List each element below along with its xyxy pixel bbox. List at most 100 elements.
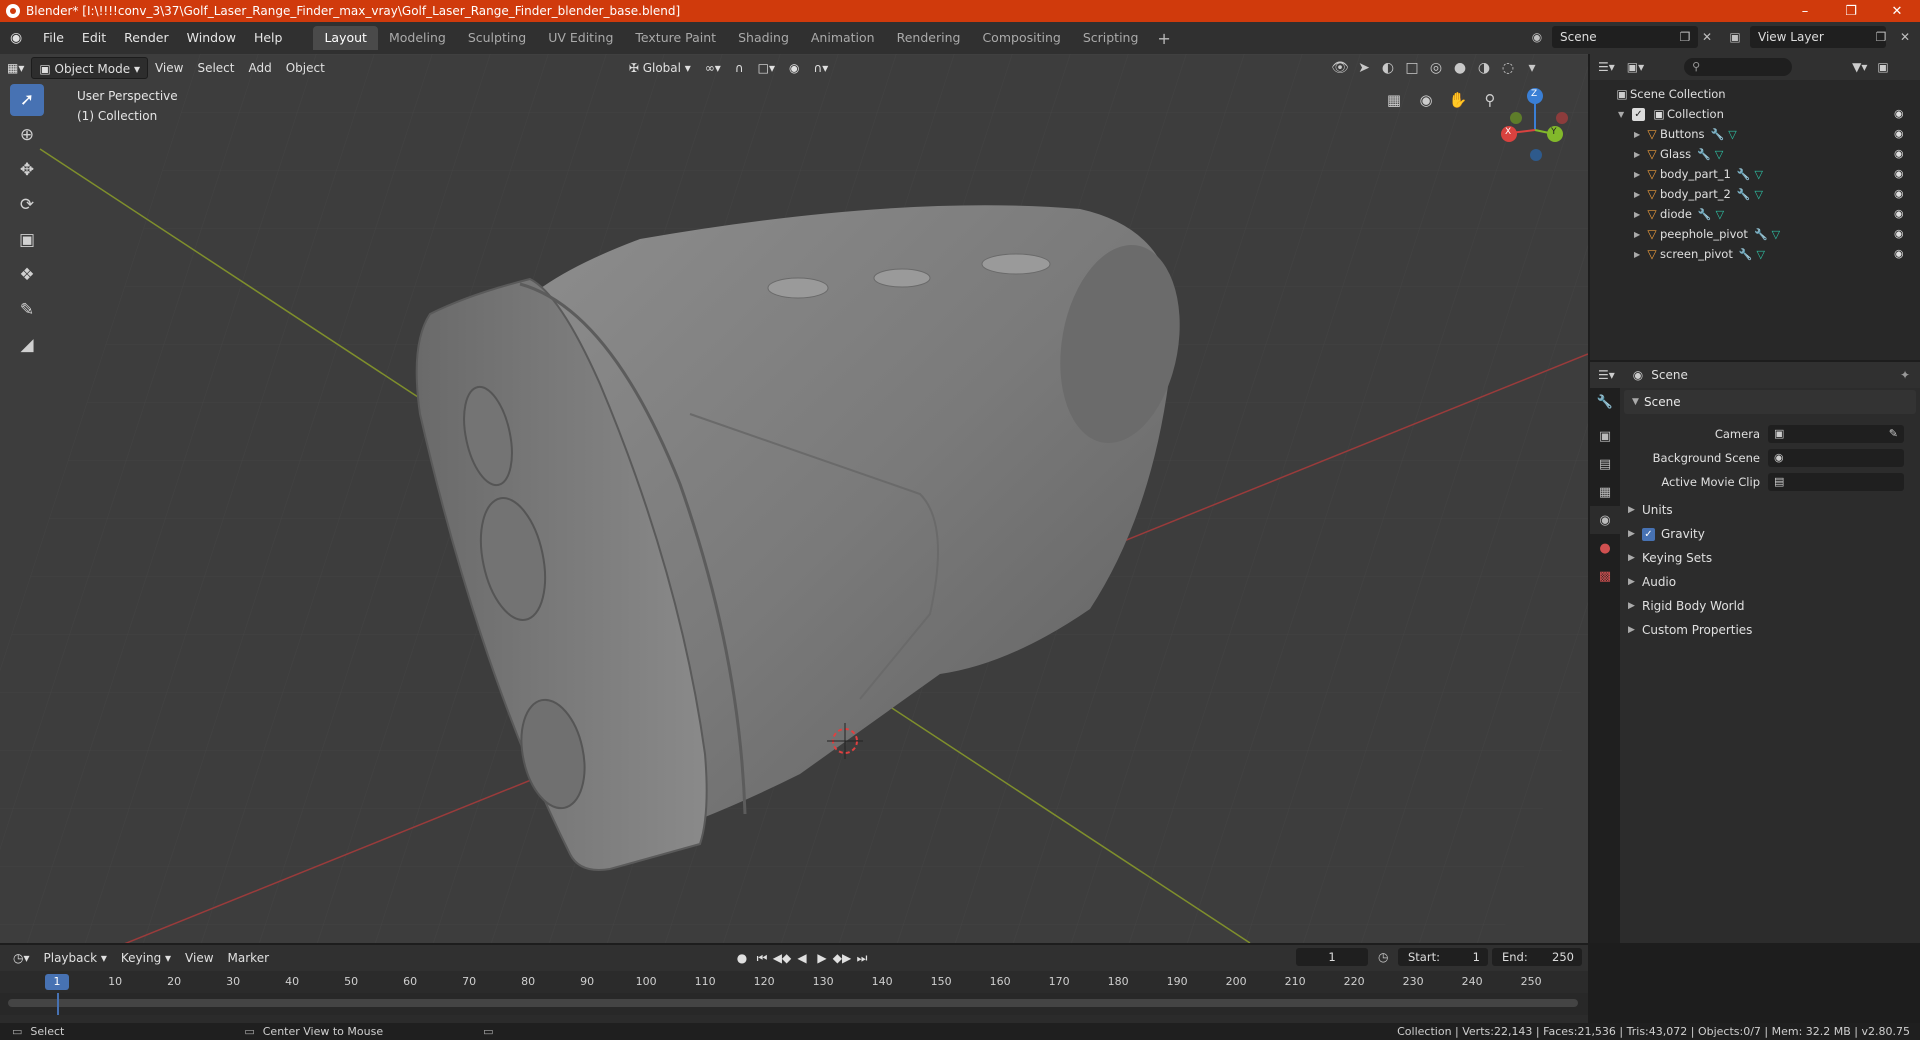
scene-panel-header[interactable]: ▼ Scene bbox=[1624, 390, 1916, 414]
cursor-tool-icon[interactable]: ⊕ bbox=[10, 119, 44, 151]
xray-icon[interactable]: □ bbox=[1402, 60, 1422, 76]
outliner-object-row[interactable]: ▶ ▽ screen_pivot 🔧 ▽ ◉ bbox=[1590, 244, 1920, 264]
outliner-object-row[interactable]: ▶ ▽ Buttons 🔧 ▽ ◉ bbox=[1590, 124, 1920, 144]
modifier-icon[interactable]: 🔧 bbox=[1739, 248, 1753, 261]
rigid-body-world-panel[interactable]: ▶ Rigid Body World bbox=[1620, 594, 1920, 618]
timeline-menu-marker[interactable]: Marker bbox=[221, 947, 276, 969]
mesh-data-icon[interactable]: ▽ bbox=[1716, 208, 1724, 221]
rotate-tool-icon[interactable]: ⟳ bbox=[10, 189, 44, 221]
measure-tool-icon[interactable]: ◢ bbox=[10, 329, 44, 361]
gizmo-toggle-icon[interactable]: ➤ bbox=[1354, 60, 1374, 76]
camera-field[interactable]: ▣ ✎ bbox=[1768, 425, 1904, 443]
falloff-icon[interactable]: ∩▾ bbox=[807, 57, 836, 79]
transform-orientation[interactable]: ✠ Global ▾ bbox=[622, 57, 698, 79]
overlays-icon[interactable]: ◐ bbox=[1378, 60, 1398, 76]
end-frame-field[interactable]: End: 250 bbox=[1492, 948, 1582, 966]
timeline-menu-keying[interactable]: Keying ▾ bbox=[114, 947, 178, 969]
outliner-editor-type-icon[interactable]: ☰▾ bbox=[1598, 60, 1615, 74]
modifier-icon[interactable]: 🔧 bbox=[1697, 148, 1711, 161]
expand-arrow-icon[interactable]: ▶ bbox=[1634, 170, 1644, 179]
viewport-menu-select[interactable]: Select bbox=[190, 57, 241, 79]
outliner-object-row[interactable]: ▶ ▽ diode 🔧 ▽ ◉ bbox=[1590, 204, 1920, 224]
modifier-icon[interactable]: 🔧 bbox=[1754, 228, 1768, 241]
play-icon[interactable]: ▶ bbox=[812, 951, 832, 965]
mesh-data-icon[interactable]: ▽ bbox=[1772, 228, 1780, 241]
view-layer-browse-icon[interactable]: ▣ bbox=[1726, 28, 1744, 46]
visibility-eye-icon[interactable]: ◉ bbox=[1894, 247, 1908, 261]
timeline-menu-view[interactable]: View bbox=[178, 947, 220, 969]
eyedropper-icon[interactable]: ✎ bbox=[1889, 425, 1898, 443]
close-icon[interactable]: ✕ bbox=[1874, 0, 1920, 22]
expand-arrow-icon[interactable]: ▼ bbox=[1618, 110, 1628, 119]
tab-uv-editing[interactable]: UV Editing bbox=[537, 26, 624, 50]
movie-clip-field[interactable]: ▤ bbox=[1768, 473, 1904, 491]
jump-start-icon[interactable]: ⏮ bbox=[752, 951, 772, 966]
3d-viewport[interactable]: Z X Y ▦▾ ▣ Object Mode ▾ View Select Add… bbox=[0, 54, 1588, 943]
outliner-object-row[interactable]: ▶ ▽ body_part_2 🔧 ▽ ◉ bbox=[1590, 184, 1920, 204]
timeline-menu-playback[interactable]: Playback ▾ bbox=[37, 947, 114, 969]
camera-view-icon[interactable]: ◉ bbox=[1412, 86, 1440, 114]
custom-properties-panel[interactable]: ▶ Custom Properties bbox=[1620, 618, 1920, 642]
modifier-icon[interactable]: 🔧 bbox=[1737, 188, 1751, 201]
wireframe-shading-icon[interactable]: ◎ bbox=[1426, 60, 1446, 76]
timeline-editor-type-icon[interactable]: ◷▾ bbox=[6, 947, 37, 969]
outliner-scene-collection[interactable]: ▣ Scene Collection bbox=[1590, 84, 1920, 104]
transform-tool-icon[interactable]: ❖ bbox=[10, 259, 44, 291]
visibility-eye-icon[interactable]: ◉ bbox=[1894, 227, 1908, 241]
tab-rendering[interactable]: Rendering bbox=[886, 26, 972, 50]
display-mode-icon[interactable]: ▣▾ bbox=[1627, 60, 1644, 74]
material-shading-icon[interactable]: ◑ bbox=[1474, 60, 1494, 76]
delete-scene-icon[interactable]: ✕ bbox=[1698, 28, 1716, 46]
tab-scripting[interactable]: Scripting bbox=[1072, 26, 1150, 50]
expand-arrow-icon[interactable]: ▶ bbox=[1634, 210, 1644, 219]
expand-arrow-icon[interactable]: ▶ bbox=[1634, 230, 1644, 239]
mode-selector[interactable]: ▣ Object Mode ▾ bbox=[31, 57, 148, 79]
outliner-search-input[interactable]: ⚲ bbox=[1684, 58, 1793, 76]
view-layer-tab-icon[interactable]: ▦ bbox=[1590, 478, 1620, 506]
tab-texture-paint[interactable]: Texture Paint bbox=[624, 26, 727, 50]
proportional-edit-icon[interactable]: ◉ bbox=[782, 57, 806, 79]
scene-browse-icon[interactable]: ◉ bbox=[1528, 28, 1546, 46]
blender-menu-icon[interactable]: ◉ bbox=[10, 30, 26, 46]
modifier-icon[interactable]: 🔧 bbox=[1698, 208, 1712, 221]
play-reverse-icon[interactable]: ◀ bbox=[792, 951, 812, 965]
mesh-data-icon[interactable]: ▽ bbox=[1715, 148, 1723, 161]
prev-keyframe-icon[interactable]: ◀◆ bbox=[772, 951, 792, 965]
gravity-panel[interactable]: ▶ ✓ Gravity bbox=[1620, 522, 1920, 546]
render-tab-icon[interactable]: ▣ bbox=[1590, 422, 1620, 450]
select-box-icon[interactable]: ➚ bbox=[10, 84, 44, 116]
visibility-eye-icon[interactable]: ◉ bbox=[1894, 127, 1908, 141]
expand-arrow-icon[interactable]: ▶ bbox=[1634, 190, 1644, 199]
current-frame-field[interactable]: 1 bbox=[1296, 948, 1368, 966]
move-tool-icon[interactable]: ✥ bbox=[10, 154, 44, 186]
new-scene-icon[interactable]: ❐ bbox=[1676, 28, 1694, 46]
pan-hand-icon[interactable]: ✋ bbox=[1444, 86, 1472, 114]
background-scene-field[interactable]: ◉ bbox=[1768, 449, 1904, 467]
record-icon[interactable]: ● bbox=[732, 951, 752, 965]
tool-tab-icon[interactable]: 🔧 bbox=[1590, 388, 1620, 416]
view-layer-selector[interactable]: View Layer bbox=[1750, 26, 1886, 48]
outliner-object-row[interactable]: ▶ ▽ Glass 🔧 ▽ ◉ bbox=[1590, 144, 1920, 164]
restore-icon[interactable]: ❐ bbox=[1828, 0, 1874, 22]
tab-modeling[interactable]: Modeling bbox=[378, 26, 457, 50]
new-view-layer-icon[interactable]: ❐ bbox=[1872, 28, 1890, 46]
tab-sculpting[interactable]: Sculpting bbox=[457, 26, 537, 50]
gravity-checkbox[interactable]: ✓ bbox=[1642, 527, 1655, 541]
world-tab-icon[interactable]: ● bbox=[1590, 534, 1620, 562]
editor-type-icon[interactable]: ▦▾ bbox=[0, 57, 31, 79]
snap-target-icon[interactable]: □▾ bbox=[751, 57, 782, 79]
playhead[interactable] bbox=[57, 993, 59, 1015]
modifier-icon[interactable]: 🔧 bbox=[1711, 128, 1725, 141]
units-panel[interactable]: ▶ Units bbox=[1620, 498, 1920, 522]
tab-layout[interactable]: Layout bbox=[313, 26, 378, 50]
timeline-scrollbar[interactable] bbox=[8, 999, 1578, 1007]
visibility-eye-icon[interactable]: ◉ bbox=[1894, 147, 1908, 161]
mesh-data-icon[interactable]: ▽ bbox=[1755, 188, 1763, 201]
snap-icon[interactable]: ∩ bbox=[728, 57, 751, 79]
zoom-icon[interactable]: ⚲ bbox=[1476, 86, 1504, 114]
tab-animation[interactable]: Animation bbox=[800, 26, 886, 50]
menu-window[interactable]: Window bbox=[178, 22, 245, 54]
visibility-eye-icon[interactable]: ◉ bbox=[1894, 107, 1908, 121]
visibility-icon[interactable]: 👁 bbox=[1330, 60, 1350, 76]
viewport-menu-object[interactable]: Object bbox=[279, 57, 332, 79]
